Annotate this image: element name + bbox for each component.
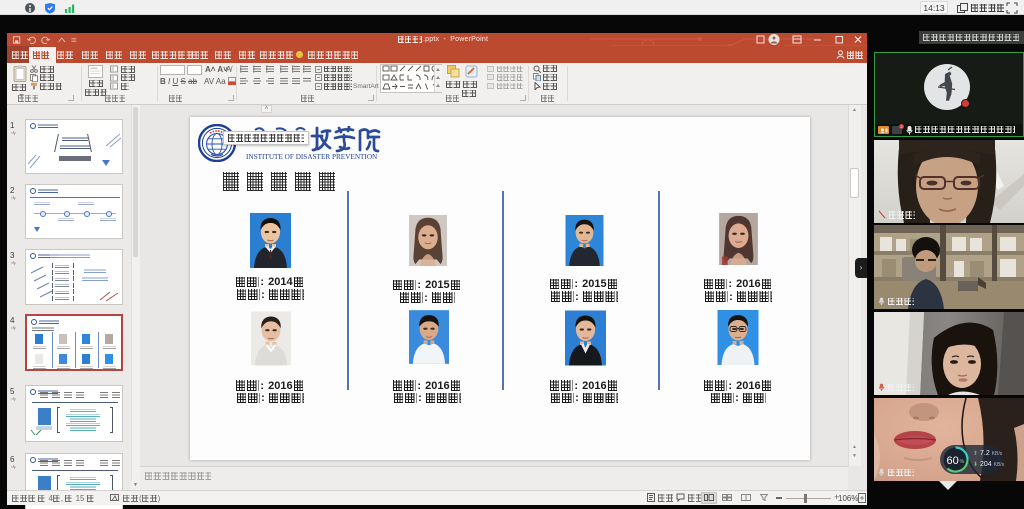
- svg-text:%: %: [960, 459, 965, 465]
- svg-text:60: 60: [947, 455, 959, 467]
